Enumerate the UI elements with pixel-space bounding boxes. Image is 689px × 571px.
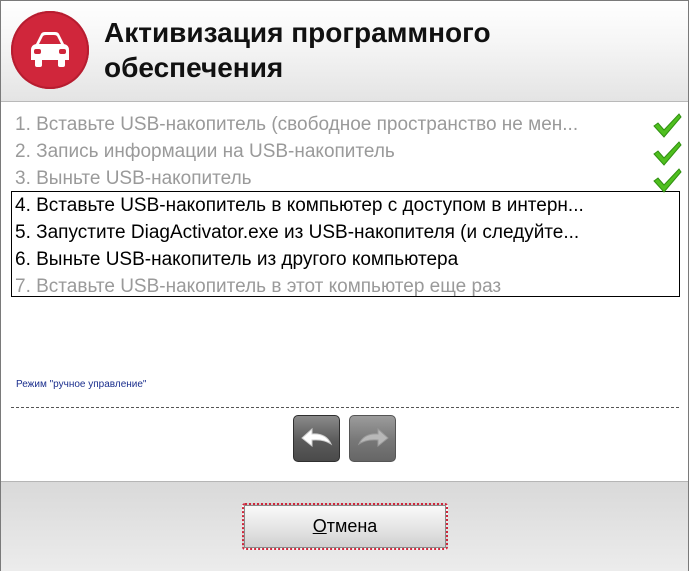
cancel-accelerator: О — [312, 516, 327, 536]
step-text: 5. Запустите DiagActivator.exe из USB-на… — [15, 222, 580, 243]
step-item: 2. Запись информации на USB-накопитель — [11, 138, 681, 165]
step-text: 7. Вставьте USB-накопитель в этот компью… — [15, 276, 502, 297]
title-line-1: Активизация программного — [104, 17, 491, 48]
step-item: 4. Вставьте USB-накопитель в компьютер с… — [11, 192, 681, 219]
checkmark-icon — [653, 141, 682, 166]
footer: Отмена — [1, 481, 688, 571]
step-text: 4. Вставьте USB-накопитель в компьютер с… — [15, 195, 584, 216]
cancel-label: тмена — [326, 516, 378, 536]
back-button[interactable] — [293, 415, 340, 462]
page-title: Активизация программного обеспечения — [104, 15, 664, 85]
header: Активизация программного обеспечения — [1, 1, 688, 102]
step-text: 2. Запись информации на USB-накопитель — [15, 141, 395, 162]
checkmark-icon — [653, 168, 682, 193]
mode-label: Режим "ручное управление" — [16, 379, 147, 390]
step-item: 7. Вставьте USB-накопитель в этот компью… — [11, 273, 681, 300]
step-item: 3. Выньте USB-накопитель — [11, 165, 681, 192]
forward-arrow-icon — [357, 427, 389, 448]
step-text: 6. Выньте USB-накопитель из другого комп… — [15, 249, 459, 270]
step-item: 1. Вставьте USB-накопитель (свободное пр… — [11, 111, 681, 138]
forward-button[interactable] — [349, 415, 396, 462]
title-line-2: обеспечения — [104, 52, 284, 83]
step-text: 3. Выньте USB-накопитель — [15, 168, 252, 189]
step-item: 6. Выньте USB-накопитель из другого комп… — [11, 246, 681, 273]
divider — [11, 407, 679, 408]
cancel-button[interactable]: Отмена — [242, 503, 448, 550]
checkmark-icon — [653, 113, 682, 138]
step-item: 5. Запустите DiagActivator.exe из USB-на… — [11, 219, 681, 246]
car-logo — [11, 11, 89, 89]
step-list: 1. Вставьте USB-накопитель (свободное пр… — [11, 111, 681, 300]
car-icon — [31, 32, 69, 67]
back-arrow-icon — [301, 427, 333, 448]
step-text: 1. Вставьте USB-накопитель (свободное пр… — [15, 114, 579, 135]
activation-window: Активизация программного обеспечения 1. … — [0, 0, 689, 571]
